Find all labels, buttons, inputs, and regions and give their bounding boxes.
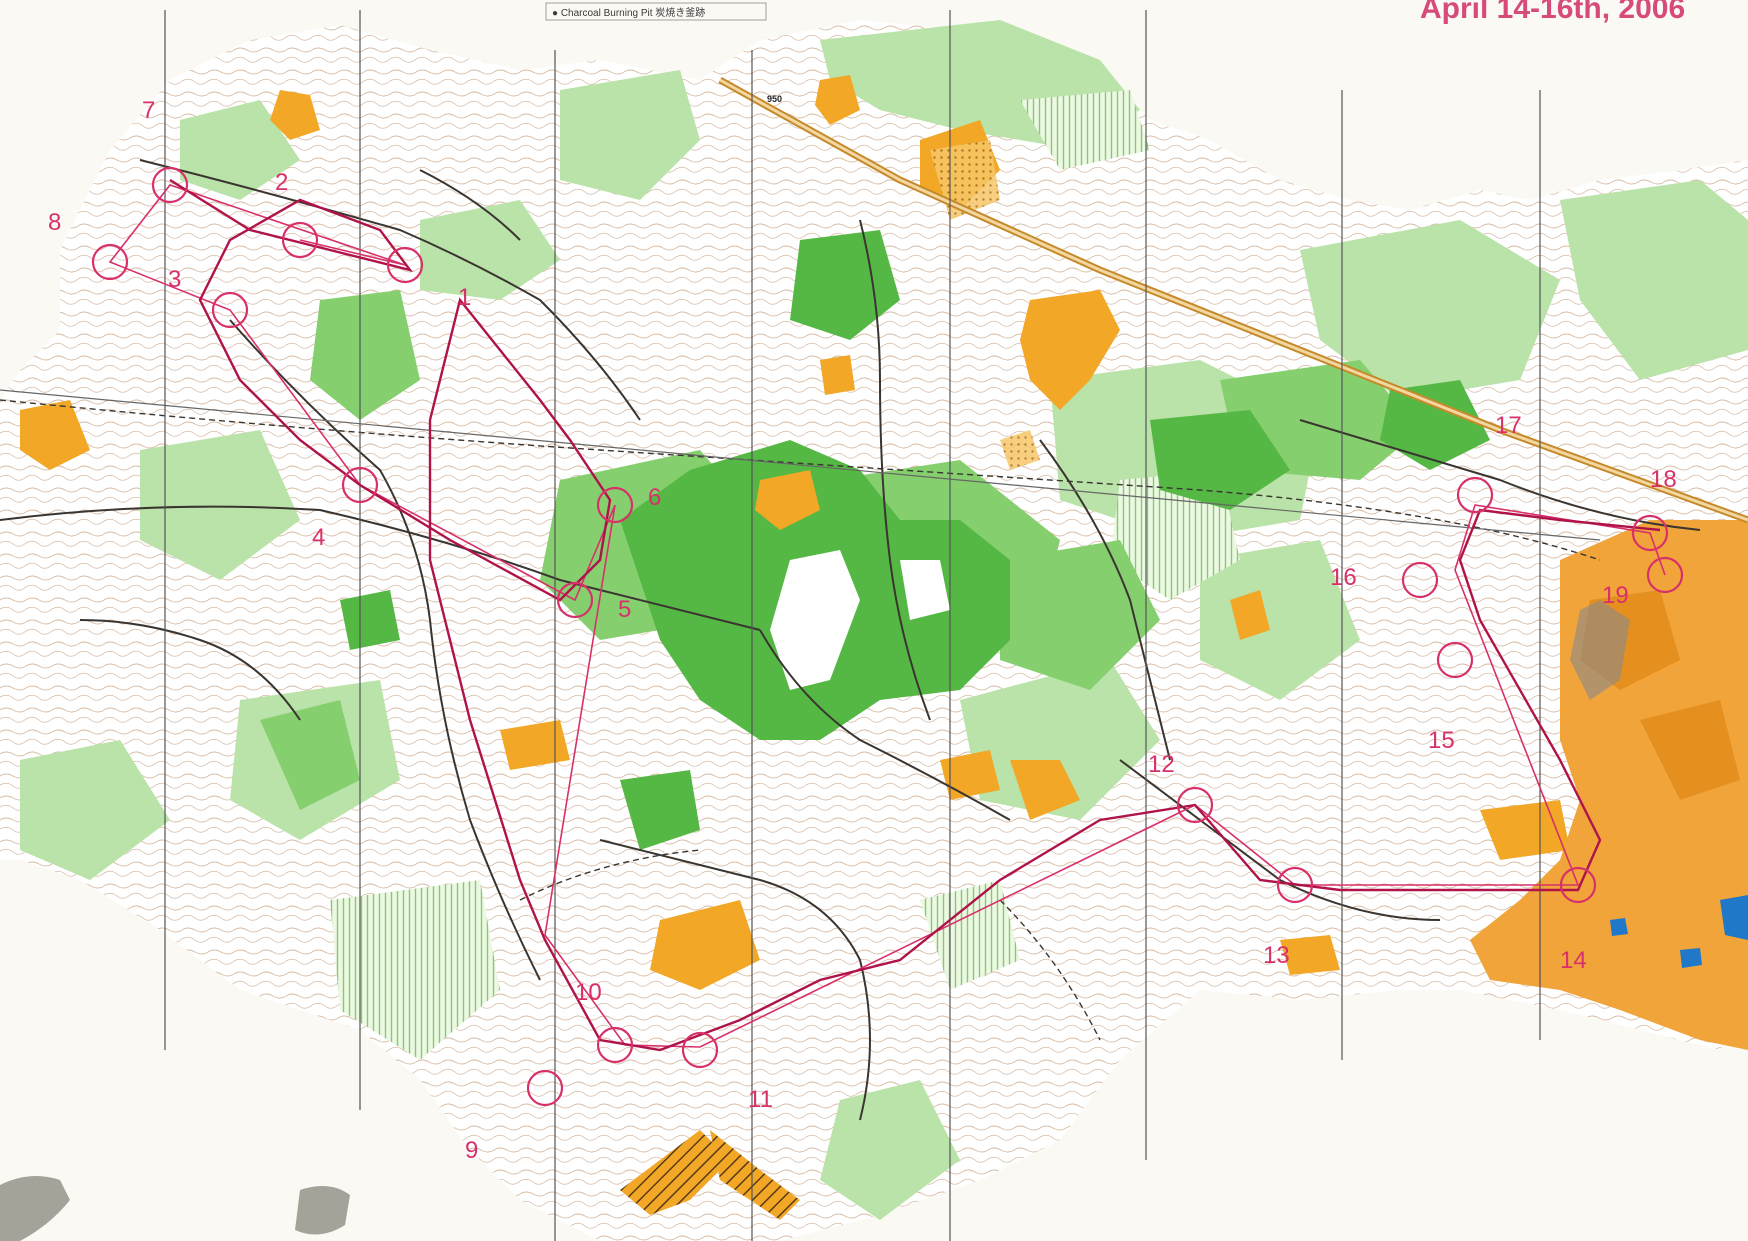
spot-height-label: 950 — [767, 94, 782, 104]
control-number: 10 — [575, 979, 602, 1006]
control-number: 15 — [1428, 727, 1455, 754]
control-number: 7 — [142, 97, 155, 124]
control-number: 9 — [465, 1137, 478, 1164]
control-number: 14 — [1560, 947, 1587, 974]
control-number: 3 — [168, 266, 181, 293]
orienteering-map: 1 2 3 4 5 6 7 8 9 10 11 12 13 14 15 16 1… — [0, 0, 1748, 1241]
control-number: 18 — [1650, 466, 1677, 493]
control-number: 16 — [1330, 564, 1357, 591]
control-number: 17 — [1495, 412, 1522, 439]
control-number: 6 — [648, 484, 661, 511]
control-number: 2 — [275, 169, 288, 196]
control-number: 8 — [48, 209, 61, 236]
control-number: 1 — [458, 284, 471, 311]
charcoal-pit-legend: ● Charcoal Burning Pit 炭焼き釜跡 — [545, 2, 767, 21]
control-number: 11 — [748, 1086, 773, 1113]
control-number: 4 — [312, 524, 325, 551]
control-number: 13 — [1263, 942, 1290, 969]
control-number: 12 — [1148, 751, 1175, 778]
event-dates-header: April 14-16th, 2006 — [1420, 0, 1685, 25]
charcoal-pit-legend-text: ● Charcoal Burning Pit 炭焼き釜跡 — [552, 6, 705, 19]
control-number: 5 — [618, 596, 631, 623]
control-number: 19 — [1602, 582, 1629, 609]
